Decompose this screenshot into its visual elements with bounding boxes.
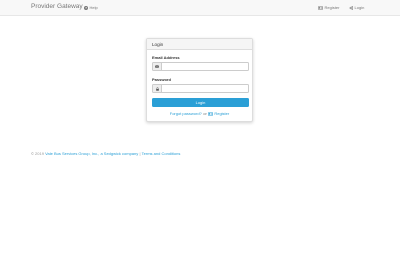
email-label: Email Address	[152, 55, 180, 60]
footer-separator: |	[139, 151, 141, 156]
envelope-icon	[155, 65, 159, 68]
email-field[interactable]	[162, 63, 248, 70]
panel-links: Forgot password? or Register	[147, 111, 252, 116]
or-text: or	[203, 111, 207, 116]
question-circle-icon: ?	[84, 5, 88, 10]
nav-register-label: Register	[324, 5, 340, 10]
register-card-icon	[318, 5, 323, 10]
top-navbar: Provider Gateway ? Help Register Login	[0, 0, 400, 16]
svg-text:?: ?	[85, 6, 87, 10]
login-panel-heading: Login	[147, 39, 252, 50]
register-link[interactable]: Register	[208, 111, 229, 116]
password-label: Password	[152, 77, 171, 82]
forgot-password-link[interactable]: Forgot password?	[170, 111, 202, 116]
email-addon	[153, 63, 162, 70]
register-card-icon	[208, 111, 214, 116]
nav-login-link[interactable]: Login	[349, 5, 364, 10]
password-addon	[153, 85, 162, 92]
login-panel: Login Email Address Password Login Forgo…	[146, 38, 253, 122]
brand-title[interactable]: Provider Gateway	[31, 3, 83, 10]
sign-in-icon	[349, 5, 353, 10]
password-input-group	[152, 84, 249, 93]
nav-help-link[interactable]: ? Help	[84, 5, 98, 10]
nav-login-label: Login	[354, 5, 365, 10]
nav-help-label: Help	[89, 5, 98, 10]
footer-copyright: © 2019	[31, 151, 44, 156]
password-field[interactable]	[162, 85, 248, 92]
footer-terms-link[interactable]: Terms and Conditions	[142, 151, 181, 156]
footer: © 2019 Vale Bus Services Group, Inc., a …	[31, 151, 180, 156]
register-link-label: Register	[214, 111, 230, 116]
nav-register-link[interactable]: Register	[318, 5, 339, 10]
login-button[interactable]: Login	[152, 98, 249, 107]
footer-company-link[interactable]: Vale Bus Services Group, Inc., a Sedgwic…	[45, 151, 138, 156]
lock-icon	[155, 86, 159, 91]
email-input-group	[152, 62, 249, 71]
